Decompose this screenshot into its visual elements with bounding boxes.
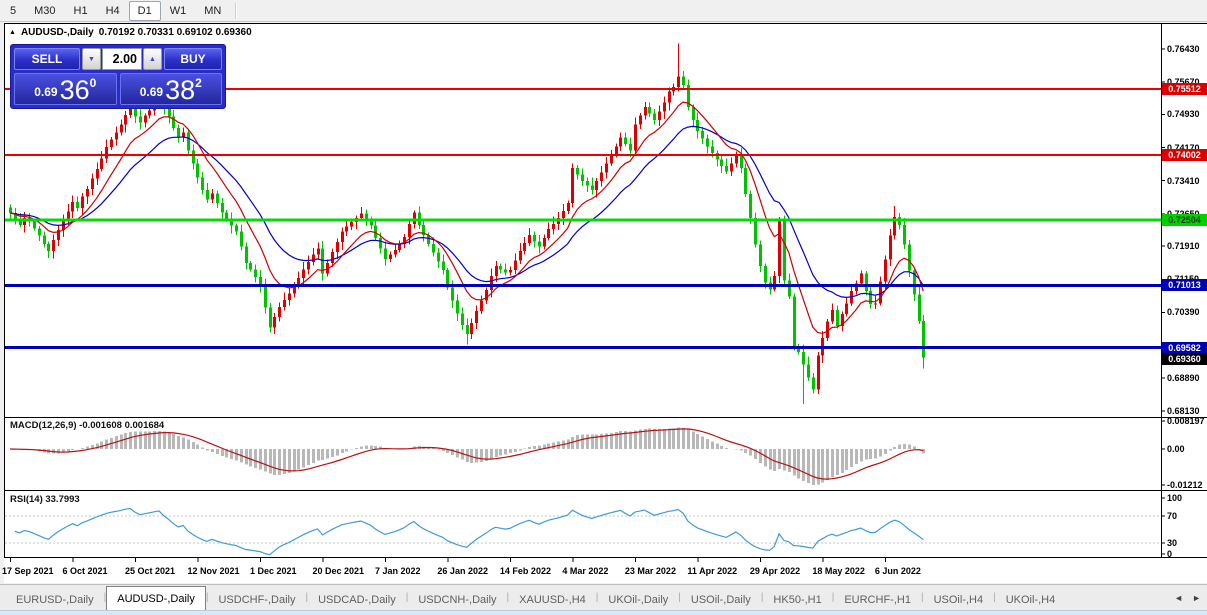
timeframe-5[interactable]: 5 [1, 1, 25, 21]
tab-xauusd-h4[interactable]: XAUUSD-,H4 [509, 590, 596, 610]
timeframe-mn[interactable]: MN [195, 1, 230, 21]
tab-ukoil-h4[interactable]: UKOil-,H4 [996, 590, 1066, 610]
volume-down-icon[interactable]: ▼ [82, 48, 101, 70]
buy-price-small: 0.69 [139, 85, 164, 99]
date-axis-label: 20 Dec 2021 [312, 566, 364, 576]
tab-usoil-h4[interactable]: USOil-,H4 [924, 590, 994, 610]
tab-scroll-right-icon[interactable]: ► [1192, 593, 1201, 603]
date-axis-label: 12 Nov 2021 [187, 566, 240, 576]
trading-platform-window: 5 M30 H1 H4 D1 W1 MN ▲ AUDUSD-,Daily 0.70192 0… [0, 0, 1207, 615]
timeframe-w1[interactable]: W1 [161, 1, 196, 21]
tab-usdchf-daily[interactable]: USDCHF-,Daily [208, 590, 305, 610]
date-axis-label: 7 Jan 2022 [374, 566, 421, 576]
level-price-label: 0.71013 [1162, 279, 1207, 292]
tab-scroll-arrows: ◄ ► [1174, 593, 1201, 603]
buy-button[interactable]: BUY [164, 48, 222, 70]
tab-hk50-h1[interactable]: HK50-,H1 [763, 590, 831, 610]
date-axis-label: 17 Sep 2021 [2, 566, 54, 576]
timeframe-m30[interactable]: M30 [25, 1, 64, 21]
buy-price-box[interactable]: 0.69 38 2 [119, 73, 222, 105]
date-axis-label: 26 Jan 2022 [437, 566, 488, 576]
tab-ukoil-daily[interactable]: UKOil-,Daily [598, 590, 678, 610]
collapse-triangle-icon[interactable]: ▲ [9, 28, 16, 38]
level-price-label: 0.69582 [1162, 341, 1207, 354]
rsi-axis-tick: 0 [1167, 549, 1173, 559]
current-price-label: 0.69360 [1162, 353, 1207, 366]
buy-price-sup: 2 [195, 76, 202, 90]
price-axis-tick: 0.76430 [1167, 44, 1200, 54]
level-price-label: 0.74002 [1162, 148, 1207, 161]
price-axis-tick: 0.71910 [1167, 241, 1200, 252]
one-click-trading-panel: SELL ▼ ▲ BUY 0.69360 0.69382 [10, 44, 226, 109]
rsi-axis-tick: 30 [1167, 538, 1178, 548]
date-axis-label: 18 May 2022 [812, 566, 865, 576]
chart-title-symbol: AUDUSD-,Daily [20, 27, 94, 38]
date-axis-label: 6 Oct 2021 [62, 566, 108, 576]
timeframe-toolbar: 5 M30 H1 H4 D1 W1 MN [0, 0, 1207, 22]
timeframe-h1[interactable]: H1 [65, 1, 97, 21]
chart-title-ohlc: 0.70192 0.70331 0.69102 0.69360 [98, 27, 252, 38]
macd-axis-tick: -0.01212 [1167, 480, 1203, 490]
date-axis-label: 1 Dec 2021 [249, 566, 297, 576]
date-axis-label: 25 Oct 2021 [124, 566, 176, 576]
level-price-label: 0.72504 [1162, 214, 1207, 227]
price-axis-tick: 0.73410 [1167, 175, 1200, 186]
chart-title: ▲ AUDUSD-,Daily 0.70192 0.70331 0.69102 … [9, 27, 252, 38]
date-axis-label: 14 Feb 2022 [499, 566, 551, 576]
tab-scroll-left-icon[interactable]: ◄ [1174, 593, 1183, 603]
rsi-indicator-header: RSI(14) 33.7993 [10, 494, 80, 505]
volume-up-icon[interactable]: ▲ [143, 48, 162, 70]
timeframe-h4[interactable]: H4 [97, 1, 129, 21]
sell-price-big: 36 [59, 75, 90, 105]
volume-spinner: ▼ ▲ [82, 48, 162, 70]
buy-price-big: 38 [165, 75, 196, 105]
tab-eurchf-h1[interactable]: EURCHF-,H1 [834, 590, 921, 610]
price-axis-tick: 0.74930 [1167, 109, 1200, 120]
sell-price-small: 0.69 [34, 85, 58, 99]
sell-price-sup: 0 [89, 76, 97, 90]
date-axis-label: 4 Mar 2022 [562, 566, 609, 576]
date-axis-label: 6 Jun 2022 [874, 566, 921, 576]
rsi-axis-tick: 100 [1167, 493, 1183, 503]
level-price-label: 0.75512 [1162, 83, 1207, 96]
price-axis-tick: 0.68890 [1167, 372, 1200, 383]
tab-usoil-daily[interactable]: USOil-,Daily [681, 590, 761, 610]
tab-usdcnh-daily[interactable]: USDCNH-,Daily [408, 590, 506, 610]
tab-usdcad-daily[interactable]: USDCAD-,Daily [308, 590, 406, 610]
price-axis-tick: 0.68130 [1167, 405, 1200, 416]
tab-audusd-daily[interactable]: AUDUSD-,Daily [106, 586, 206, 610]
rsi-axis-tick: 70 [1167, 511, 1178, 521]
date-axis-label: 11 Apr 2022 [687, 566, 738, 576]
date-axis-label: 23 Mar 2022 [624, 566, 676, 576]
tab-eurusd-daily[interactable]: EURUSD-,Daily [6, 590, 104, 610]
macd-indicator-header: MACD(12,26,9) -0.001608 0.001684 [10, 420, 165, 431]
status-strip [0, 610, 1207, 615]
sell-price-box[interactable]: 0.69 36 0 [14, 73, 117, 105]
sell-button[interactable]: SELL [14, 48, 80, 70]
timeframe-d1[interactable]: D1 [128, 0, 161, 21]
chart-tab-bar: EURUSD-,Daily | AUDUSD-,Daily | USDCHF-,Dail… [0, 584, 1207, 610]
macd-axis-tick: 0.008197 [1167, 416, 1205, 426]
toolbar-separator [235, 2, 238, 19]
volume-input[interactable] [102, 48, 142, 70]
date-axis-label: 29 Apr 2022 [749, 566, 801, 576]
macd-axis-tick: 0.00 [1167, 444, 1185, 454]
price-axis-tick: 0.70390 [1167, 307, 1200, 318]
